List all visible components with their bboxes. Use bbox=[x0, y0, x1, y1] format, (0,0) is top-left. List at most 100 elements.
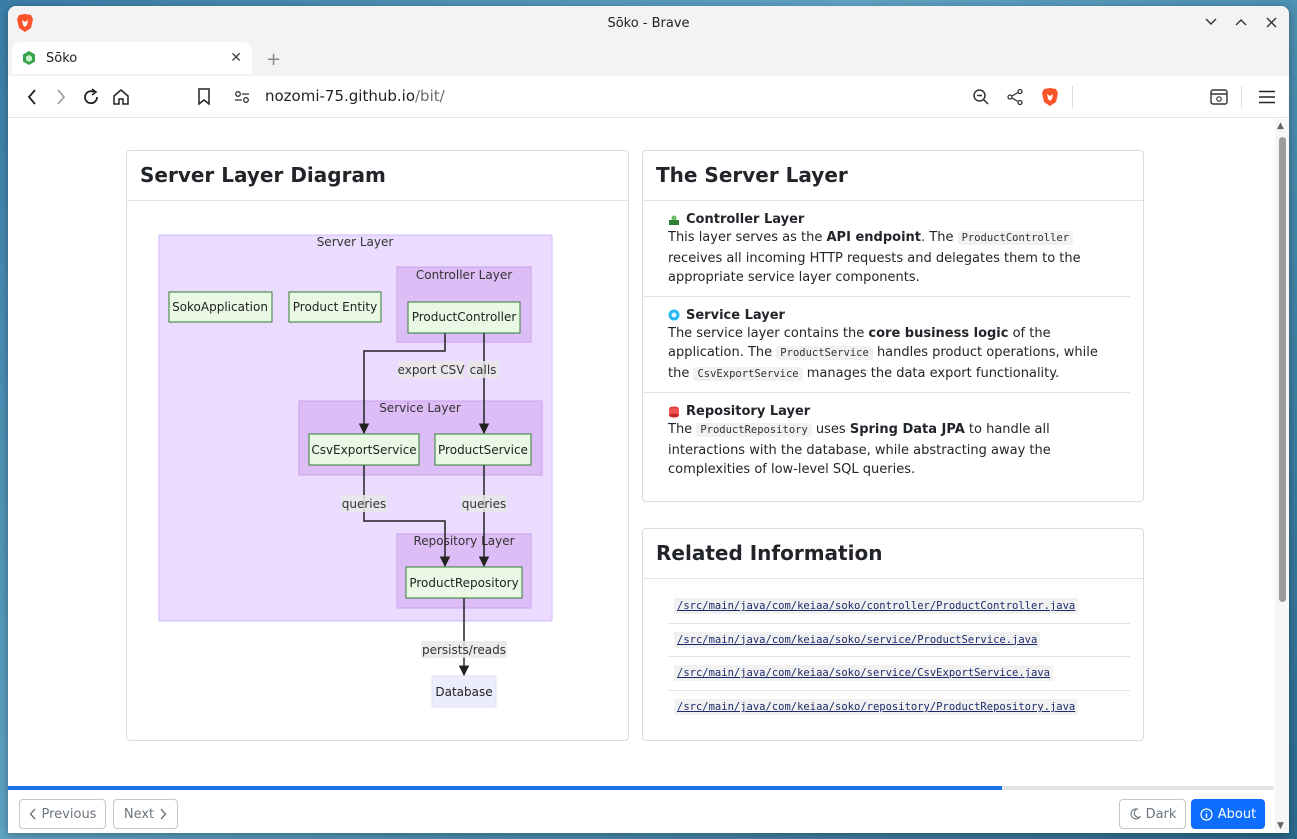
text-span: receives all incoming HTTP requests and … bbox=[668, 250, 1081, 286]
repository-layer-item: Repository Layer The ProductRepository u… bbox=[643, 393, 1130, 488]
scrollbar-thumb[interactable] bbox=[1279, 137, 1286, 602]
tab-title: Sōko bbox=[46, 50, 78, 66]
text-span: uses bbox=[811, 422, 850, 437]
server-layer-card-title: The Server Layer bbox=[643, 151, 1143, 201]
related-link-controller[interactable]: /src/main/java/com/keiaa/soko/controller… bbox=[674, 598, 1079, 615]
bookmark-icon[interactable] bbox=[194, 87, 214, 107]
progress-fill bbox=[8, 786, 1002, 790]
window-title: Sōko - Brave bbox=[607, 15, 690, 31]
address-bar[interactable]: nozomi-75.github.io/bit/ bbox=[265, 87, 445, 105]
related-link-repository[interactable]: /src/main/java/com/keiaa/soko/repository… bbox=[674, 699, 1079, 716]
node-product-entity-label: Product Entity bbox=[293, 300, 377, 314]
new-tab-icon[interactable]: + bbox=[266, 49, 281, 70]
moon-icon bbox=[1130, 808, 1141, 820]
repository-layer-heading: Repository Layer bbox=[686, 404, 811, 419]
related-info-card: Related Information /src/main/java/com/k… bbox=[642, 528, 1144, 741]
controller-layer-text: This layer serves as the API endpoint. T… bbox=[668, 228, 1117, 288]
brave-shields-icon[interactable] bbox=[1040, 87, 1060, 107]
edge-label-queries-2: queries bbox=[462, 497, 507, 511]
repository-layer-text: The ProductRepository uses Spring Data J… bbox=[668, 420, 1117, 480]
code-span: ProductRepository bbox=[696, 423, 812, 437]
diagram-card-title: Server Layer Diagram bbox=[127, 151, 628, 201]
related-info-card-title: Related Information bbox=[643, 529, 1143, 579]
text-span: manages the data export functionality. bbox=[802, 365, 1060, 381]
forward-icon[interactable] bbox=[51, 87, 71, 107]
back-icon[interactable] bbox=[22, 87, 42, 107]
reload-icon[interactable] bbox=[81, 87, 101, 107]
chevron-left-icon bbox=[29, 808, 36, 820]
related-item: /src/main/java/com/keiaa/soko/service/Pr… bbox=[668, 624, 1130, 657]
database-icon bbox=[669, 406, 679, 417]
edge-label-calls: calls bbox=[470, 363, 497, 377]
progress-bar bbox=[8, 786, 1274, 790]
zoom-out-icon[interactable] bbox=[971, 87, 991, 107]
text-span: This layer serves as the bbox=[668, 230, 827, 245]
scroll-down-icon[interactable]: ▼ bbox=[1277, 821, 1284, 831]
server-layer-card: The Server Layer Controller Layer This l… bbox=[642, 150, 1144, 502]
node-csv-export-service-label: CsvExportService bbox=[311, 443, 416, 457]
tab-close-icon[interactable]: ✕ bbox=[230, 50, 242, 66]
scroll-up-icon[interactable]: ▲ bbox=[1277, 121, 1284, 131]
maximize-icon[interactable] bbox=[1233, 14, 1249, 30]
brave-lion-icon bbox=[17, 14, 33, 32]
previous-button[interactable]: Previous bbox=[19, 799, 106, 829]
chevron-right-icon bbox=[160, 808, 167, 820]
next-button[interactable]: Next bbox=[113, 799, 178, 829]
node-soko-application-label: SokoApplication bbox=[172, 300, 268, 314]
service-layer-text: The service layer contains the core busi… bbox=[668, 324, 1117, 385]
info-icon bbox=[1200, 807, 1213, 821]
text-span: The bbox=[668, 422, 697, 437]
home-icon[interactable] bbox=[111, 87, 131, 107]
edge-label-export-csv: export CSV bbox=[398, 363, 466, 377]
site-settings-icon[interactable] bbox=[232, 87, 252, 107]
url-host: nozomi-75.github.io bbox=[265, 87, 415, 105]
title-bar: Sōko - Brave bbox=[8, 6, 1289, 40]
bold-span: API endpoint bbox=[826, 230, 922, 245]
leo-sidebar-icon[interactable] bbox=[1209, 87, 1229, 107]
dark-label: Dark bbox=[1145, 806, 1177, 822]
node-product-controller-label: ProductController bbox=[412, 310, 517, 324]
share-icon[interactable] bbox=[1005, 87, 1025, 107]
controller-layer-heading: Controller Layer bbox=[686, 212, 805, 227]
code-span: ProductService bbox=[776, 346, 873, 360]
related-item: /src/main/java/com/keiaa/soko/service/Cs… bbox=[668, 657, 1130, 691]
tab-strip: Sōko ✕ + bbox=[8, 40, 1289, 76]
bold-span: Spring Data JPA bbox=[849, 422, 965, 437]
related-link-product-service[interactable]: /src/main/java/com/keiaa/soko/service/Pr… bbox=[674, 631, 1041, 648]
edge-label-queries-1: queries bbox=[342, 497, 387, 511]
page-content: Server Layer Diagram Server Layer Contro… bbox=[8, 119, 1289, 833]
repository-layer-label: Repository Layer bbox=[413, 534, 514, 548]
tab-soko[interactable]: Sōko ✕ bbox=[12, 42, 252, 74]
browser-window: Sōko - Brave Sōko ✕ + nozomi-75.github.i… bbox=[8, 6, 1289, 833]
controller-icon bbox=[669, 215, 679, 225]
edge-label-persists: persists/reads bbox=[422, 643, 506, 657]
service-layer-item: Service Layer The service layer contains… bbox=[643, 297, 1130, 393]
server-layer-diagram: Server Layer Controller Layer Service La… bbox=[158, 234, 553, 708]
toolbar: nozomi-75.github.io/bit/ bbox=[8, 76, 1289, 118]
related-item: /src/main/java/com/keiaa/soko/controller… bbox=[668, 590, 1130, 624]
about-label: About bbox=[1217, 806, 1257, 822]
favicon-icon bbox=[23, 51, 35, 65]
node-database-label: Database bbox=[435, 685, 492, 699]
previous-label: Previous bbox=[41, 806, 97, 822]
page-scrollbar[interactable]: ▲ ▼ bbox=[1275, 119, 1289, 833]
service-layer-heading: Service Layer bbox=[686, 307, 785, 323]
service-layer-label: Service Layer bbox=[379, 401, 461, 415]
text-span: The service layer contains the bbox=[668, 325, 869, 341]
menu-icon[interactable] bbox=[1257, 87, 1277, 107]
related-item: /src/main/java/com/keiaa/soko/repository… bbox=[668, 691, 1130, 725]
node-product-service-label: ProductService bbox=[438, 443, 528, 457]
minimize-icon[interactable] bbox=[1203, 14, 1219, 30]
related-link-csv-service[interactable]: /src/main/java/com/keiaa/soko/service/Cs… bbox=[674, 665, 1053, 682]
next-label: Next bbox=[123, 806, 155, 822]
about-button[interactable]: About bbox=[1191, 799, 1265, 829]
service-icon bbox=[668, 309, 680, 321]
node-product-repository-label: ProductRepository bbox=[409, 576, 518, 590]
close-icon[interactable] bbox=[1263, 14, 1279, 30]
server-layer-label: Server Layer bbox=[317, 235, 394, 249]
bold-span: core business logic bbox=[868, 325, 1009, 341]
url-path: /bit/ bbox=[415, 87, 445, 105]
code-span: CsvExportService bbox=[693, 366, 803, 381]
diagram-card: Server Layer Diagram Server Layer Contro… bbox=[126, 150, 629, 741]
dark-mode-button[interactable]: Dark bbox=[1119, 799, 1186, 829]
